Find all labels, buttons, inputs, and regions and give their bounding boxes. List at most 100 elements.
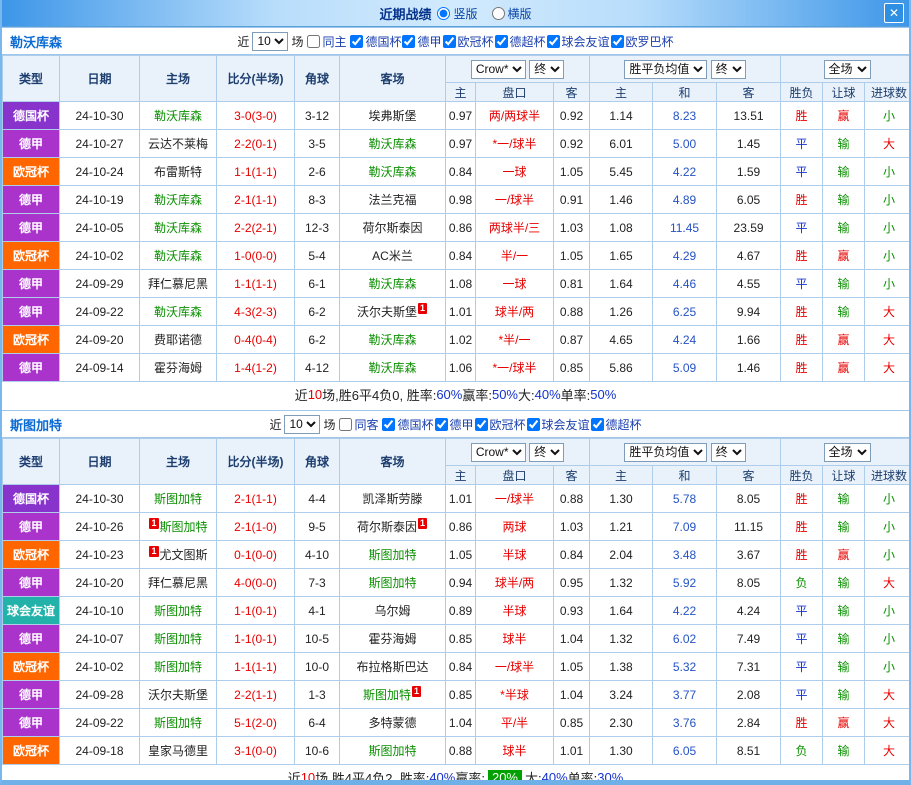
goals-result-cell: 小 (865, 158, 911, 186)
odds-away-cell: 0.84 (554, 541, 590, 569)
table-body: 德国杯24-10-30勒沃库森3-0(3-0)3-12埃弗斯堡0.97两/两球半… (3, 102, 911, 382)
handicap-result-cell: 输 (823, 513, 865, 541)
team-name-text: 云达不莱梅 (148, 137, 208, 151)
away-team-cell: AC米兰 (340, 242, 446, 270)
handicap-cell: 两球半/三 (476, 214, 554, 242)
league-cell: 德甲 (3, 625, 60, 653)
team-name-text: AC米兰 (372, 249, 413, 263)
avg-select[interactable]: 胜平负均值 (624, 443, 707, 462)
odds-group-header: Crow* 终 (446, 56, 590, 83)
team-name: 斯图加特 (10, 415, 62, 434)
away-team-cell: 沃尔夫斯堡1 (340, 298, 446, 326)
same-venue-checkbox[interactable] (339, 418, 352, 431)
crow-select[interactable]: Crow* (471, 60, 526, 79)
same-venue-filter[interactable]: 同主 (306, 33, 346, 50)
league-filter[interactable]: 德国杯 (381, 416, 433, 433)
away-team-cell: 斯图加特1 (340, 681, 446, 709)
table-row: 德甲24-10-27云达不莱梅2-2(0-1)3-5勒沃库森0.97*一/球半0… (3, 130, 911, 158)
odds-away-cell: 0.81 (554, 270, 590, 298)
league-filter[interactable]: 德国杯 (349, 33, 401, 50)
avg-away-cell: 1.59 (717, 158, 781, 186)
summary-segment: 场,胜4平4负2, 胜率: (315, 768, 429, 785)
league-checkbox[interactable] (382, 418, 395, 431)
league-cell: 德甲 (3, 513, 60, 541)
table-row: 德国杯24-10-30勒沃库森3-0(3-0)3-12埃弗斯堡0.97两/两球半… (3, 102, 911, 130)
recent-count-select[interactable]: 10 (284, 415, 320, 434)
fullmatch-select[interactable]: 全场 (824, 60, 871, 79)
odds-away-cell: 0.85 (554, 354, 590, 382)
avg-select[interactable]: 胜平负均值 (624, 60, 707, 79)
league-label: 球会友谊 (542, 416, 590, 433)
league-cell: 欧冠杯 (3, 653, 60, 681)
vertical-radio[interactable] (437, 7, 450, 20)
team-section: 斯图加特 近 10 场 同客 德国杯德甲欧冠杯球会友谊德超杯 (2, 410, 909, 785)
col-header-corner: 角球 (295, 56, 340, 102)
score-cell: 2-2(2-1) (217, 214, 295, 242)
goals-result-cell: 小 (865, 214, 911, 242)
fullmatch-select[interactable]: 全场 (824, 443, 871, 462)
summary-segment: 近 (288, 768, 301, 785)
league-checkbox[interactable] (547, 35, 560, 48)
handicap-result-cell: 输 (823, 158, 865, 186)
odds-away-cell: 1.04 (554, 681, 590, 709)
league-checkbox[interactable] (435, 418, 448, 431)
league-cell: 球会友谊 (3, 597, 60, 625)
odds-away-cell: 1.05 (554, 242, 590, 270)
final-select[interactable]: 终 (529, 60, 564, 79)
final-select-2[interactable]: 终 (711, 60, 746, 79)
final-select-2[interactable]: 终 (711, 443, 746, 462)
sub-header: 主 (590, 466, 653, 485)
corner-cell: 3-5 (295, 130, 340, 158)
handicap-result-cell: 赢 (823, 541, 865, 569)
corner-cell: 2-6 (295, 158, 340, 186)
result-cell: 胜 (781, 102, 823, 130)
avg-away-cell: 7.49 (717, 625, 781, 653)
league-checkbox[interactable] (350, 35, 363, 48)
handicap-cell: 一球 (476, 270, 554, 298)
league-filter[interactable]: 欧罗巴杯 (610, 33, 674, 50)
league-filter[interactable]: 德甲 (434, 416, 474, 433)
league-label: 球会友谊 (562, 33, 610, 50)
odds-away-cell: 0.92 (554, 102, 590, 130)
league-filter[interactable]: 欧冠杯 (442, 33, 494, 50)
sub-header: 客 (554, 466, 590, 485)
league-cell: 德甲 (3, 681, 60, 709)
league-filter[interactable]: 球会友谊 (546, 33, 610, 50)
team-name-text: 费耶诺德 (154, 333, 202, 347)
final-select[interactable]: 终 (529, 443, 564, 462)
score-cell: 3-0(3-0) (217, 102, 295, 130)
league-filter[interactable]: 德甲 (401, 33, 441, 50)
away-team-cell: 勒沃库森 (340, 158, 446, 186)
league-checkbox[interactable] (443, 35, 456, 48)
league-checkbox[interactable] (527, 418, 540, 431)
avg-away-cell: 4.24 (717, 597, 781, 625)
league-checkbox[interactable] (402, 35, 415, 48)
col-header-type: 类型 (3, 56, 60, 102)
league-checkbox[interactable] (611, 35, 624, 48)
league-filter[interactable]: 球会友谊 (526, 416, 590, 433)
date-cell: 24-10-20 (60, 569, 140, 597)
date-cell: 24-10-27 (60, 130, 140, 158)
date-cell: 24-09-14 (60, 354, 140, 382)
recent-results-window: 近期战绩 竖版 横版 ✕ 勒沃库森 近 10 场 同主 (0, 0, 911, 785)
league-filter[interactable]: 德超杯 (494, 33, 546, 50)
home-team-cell: 沃尔夫斯堡 (140, 681, 217, 709)
league-filter[interactable]: 欧冠杯 (474, 416, 526, 433)
league-checkbox[interactable] (591, 418, 604, 431)
same-venue-checkbox[interactable] (307, 35, 320, 48)
league-checkbox[interactable] (475, 418, 488, 431)
recent-count-select[interactable]: 10 (252, 32, 288, 51)
layout-option-vertical[interactable]: 竖版 (437, 5, 477, 22)
goals-result-cell: 小 (865, 513, 911, 541)
avg-away-cell: 8.05 (717, 485, 781, 513)
crow-select[interactable]: Crow* (471, 443, 526, 462)
close-button[interactable]: ✕ (884, 3, 904, 23)
same-venue-filter[interactable]: 同客 (338, 416, 378, 433)
handicap-cell: 两球 (476, 513, 554, 541)
layout-option-horizontal[interactable]: 横版 (492, 5, 532, 22)
league-filter[interactable]: 德超杯 (590, 416, 642, 433)
league-checkbox[interactable] (495, 35, 508, 48)
date-cell: 24-10-24 (60, 158, 140, 186)
horizontal-radio[interactable] (492, 7, 505, 20)
home-team-cell: 勒沃库森 (140, 298, 217, 326)
